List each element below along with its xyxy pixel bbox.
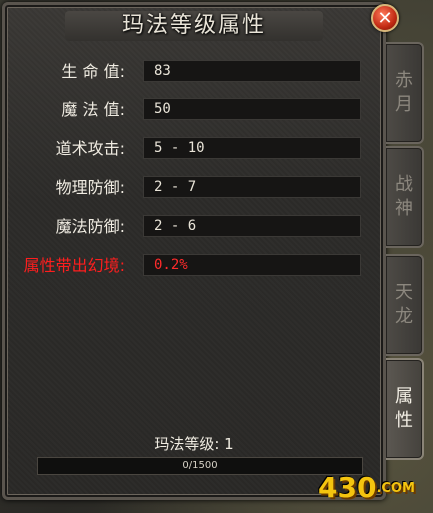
panel-title: 玛法等级属性 [121,13,266,38]
attribute-row-magic-defense: 魔法防御: 2 - 6 [5,215,383,239]
experience-bar: 0/1500 [37,457,363,475]
tab-chiyue[interactable]: 赤 月 [386,42,424,144]
logo-main: 430 [318,471,377,504]
tab-label: 属 [395,386,413,407]
tab-attributes[interactable]: 属 性 [386,358,424,460]
attribute-value: 2 - 7 [143,176,361,198]
attribute-row-illusion-carryover: 属性带出幻境: 0.2% [5,254,383,278]
attribute-label: 道术攻击: [55,139,125,158]
tab-tianlong[interactable]: 天 龙 [386,254,424,356]
site-logo: 430.COM [318,470,426,506]
tab-label: 月 [395,94,413,115]
attribute-row-mp: 魔 法 值: 50 [5,98,383,122]
attribute-label: 属性带出幻境: [23,256,125,275]
attribute-row-physical-defense: 物理防御: 2 - 7 [5,176,383,200]
mafa-level-label: 玛法等级: 1 [154,435,234,453]
experience-text: 0/1500 [182,460,218,471]
attribute-label: 魔法防御: [55,217,125,236]
attribute-value: 50 [143,98,361,120]
attribute-value: 0.2% [143,254,361,276]
attribute-row-taoist-attack: 道术攻击: 5 - 10 [5,137,383,161]
attribute-row-hp: 生 命 值: 83 [5,60,383,84]
logo-suffix: .COM [376,481,415,496]
tab-label: 赤 [395,70,413,91]
attribute-value: 2 - 6 [143,215,361,237]
close-button[interactable]: ✕ [371,4,399,32]
tab-label: 战 [395,174,413,195]
tab-label: 性 [395,410,413,431]
attribute-label: 魔 法 值: [61,100,125,119]
attribute-label: 生 命 值: [61,62,125,81]
tab-label: 天 [395,282,413,303]
attribute-value: 83 [143,60,361,82]
attribute-label: 物理防御: [55,178,125,197]
attribute-panel: 玛法等级属性 生 命 值: 83 魔 法 值: 50 道术攻击: 5 - 10 … [2,2,386,500]
attribute-value: 5 - 10 [143,137,361,159]
tab-label: 龙 [395,306,413,327]
tab-zhanshen[interactable]: 战 神 [386,146,424,248]
tab-label: 神 [395,198,413,219]
